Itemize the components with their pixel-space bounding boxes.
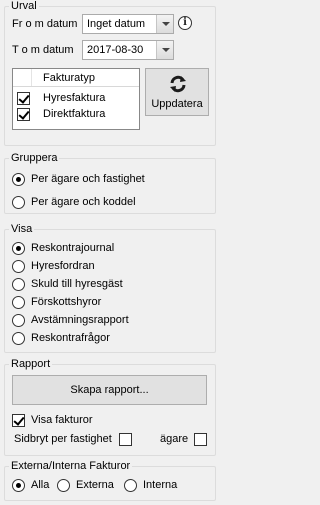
refresh-button[interactable]: Uppdatera [145, 68, 209, 116]
to-date-label: T o m datum [12, 44, 74, 56]
info-icon[interactable]: i [178, 16, 192, 30]
chevron-down-icon[interactable] [156, 15, 173, 33]
hyresfaktura-checkbox[interactable] [17, 92, 30, 105]
visa-radio[interactable] [12, 296, 25, 309]
visa-option-label[interactable]: Avstämningsrapport [31, 314, 129, 327]
gruppera-group-title: Gruppera [9, 152, 60, 164]
table-row[interactable]: Hyresfaktura [13, 91, 139, 107]
create-report-button[interactable]: Skapa rapport... [12, 375, 207, 405]
externa-interna-group-title: Externa/Interna Fakturor [9, 460, 133, 472]
table-row[interactable]: Direktfaktura [13, 107, 139, 123]
group-owner-code-label[interactable]: Per ägare och koddel [31, 196, 136, 209]
page-break-property-label[interactable]: Sidbryt per fastighet [14, 433, 112, 446]
external-invoices-radio[interactable] [57, 479, 70, 492]
internal-invoices-label[interactable]: Interna [143, 479, 177, 492]
visa-radio[interactable] [12, 278, 25, 291]
owner-checkbox[interactable] [194, 433, 207, 446]
page-break-property-checkbox[interactable] [119, 433, 132, 446]
from-date-label: Fr o m datum [12, 18, 78, 30]
urval-group-title: Urval [9, 0, 39, 12]
owner-label[interactable]: ägare [160, 433, 188, 446]
refresh-button-label: Uppdatera [151, 98, 203, 110]
to-date-value: 2017-08-30 [87, 44, 144, 56]
group-owner-property-radio[interactable] [12, 173, 25, 186]
visa-radio[interactable] [12, 332, 25, 345]
from-date-value: Inget datum [87, 18, 146, 30]
rapport-group-title: Rapport [9, 358, 53, 370]
show-invoices-checkbox[interactable] [12, 414, 25, 427]
visa-radio[interactable] [12, 260, 25, 273]
invoice-type-column-header: Fakturatyp [43, 72, 95, 84]
chevron-down-icon[interactable] [156, 41, 173, 59]
all-invoices-label[interactable]: Alla [31, 479, 49, 492]
visa-group-title: Visa [9, 223, 35, 235]
show-invoices-label[interactable]: Visa fakturor [31, 414, 93, 427]
external-invoices-label[interactable]: Externa [76, 479, 114, 492]
from-date-combo[interactable]: Inget datum [82, 14, 174, 34]
to-date-combo[interactable]: 2017-08-30 [82, 40, 174, 60]
group-owner-property-label[interactable]: Per ägare och fastighet [31, 173, 145, 186]
direktfaktura-label: Direktfaktura [43, 108, 106, 120]
visa-option-label[interactable]: Skuld till hyresgäst [31, 278, 123, 291]
create-report-button-label: Skapa rapport... [70, 384, 149, 396]
visa-radio[interactable] [12, 242, 25, 255]
group-owner-code-radio[interactable] [12, 196, 25, 209]
visa-radio[interactable] [12, 314, 25, 327]
visa-option-label[interactable]: Hyresfordran [31, 260, 95, 273]
visa-option-label[interactable]: Reskontrafrågor [31, 332, 110, 345]
hyresfaktura-label: Hyresfaktura [43, 92, 106, 104]
refresh-icon [170, 75, 186, 93]
all-invoices-radio[interactable] [12, 479, 25, 492]
internal-invoices-radio[interactable] [124, 479, 137, 492]
column-separator [31, 69, 32, 86]
direktfaktura-checkbox[interactable] [17, 108, 30, 121]
visa-option-label[interactable]: Förskottshyror [31, 296, 101, 309]
visa-option-label[interactable]: Reskontrajournal [31, 242, 114, 255]
invoice-type-list[interactable]: Fakturatyp Hyresfaktura Direktfaktura [12, 68, 140, 130]
invoice-type-header: Fakturatyp [13, 69, 139, 87]
